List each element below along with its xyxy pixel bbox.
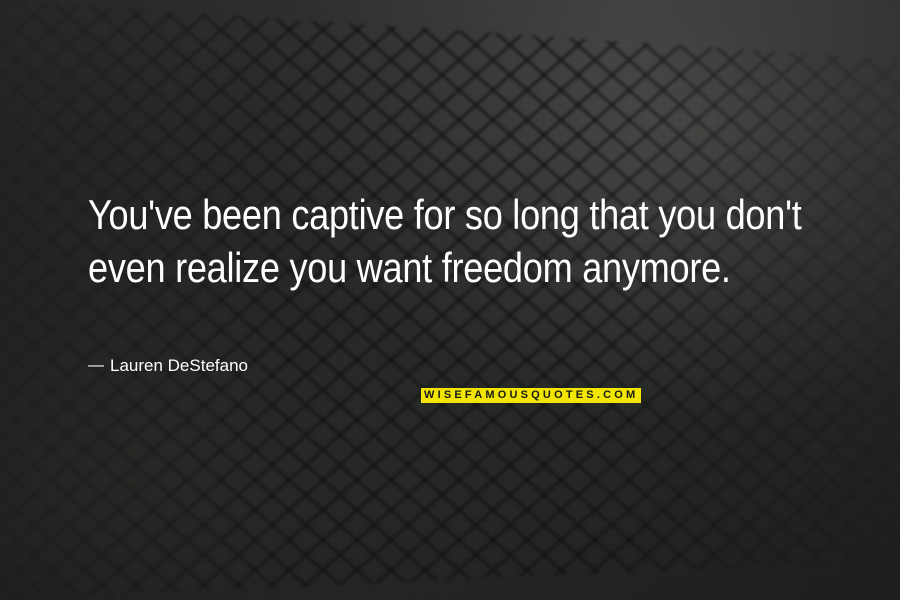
author-name: Lauren DeStefano — [110, 356, 248, 375]
background-shade — [0, 0, 900, 600]
site-watermark: WISEFAMOUSQUOTES.COM — [421, 388, 642, 403]
author-line: — Lauren DeStefano — [88, 356, 248, 376]
quote-text: You've been captive for so long that you… — [88, 191, 802, 291]
author-dash: — — [88, 357, 104, 374]
quote-block: You've been captive for so long that you… — [88, 188, 828, 294]
quote-image: You've been captive for so long that you… — [0, 0, 900, 600]
